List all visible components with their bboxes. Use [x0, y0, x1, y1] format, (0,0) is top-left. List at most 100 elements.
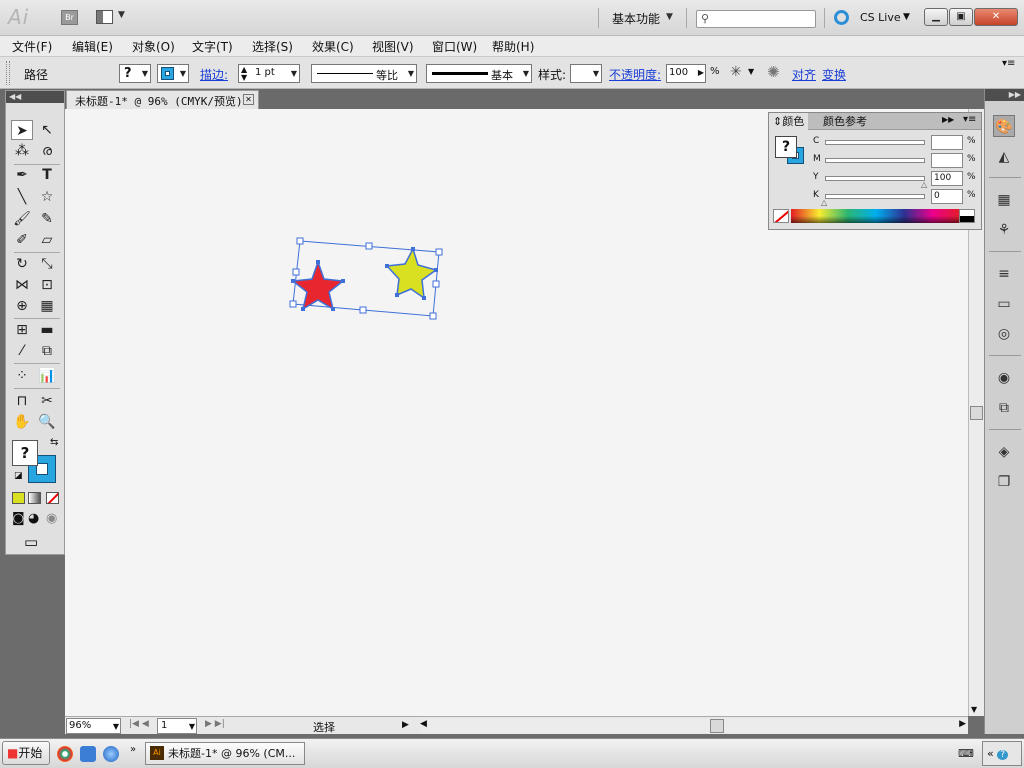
cs-live-button[interactable]: CS Live: [860, 11, 901, 24]
mesh-tool-icon[interactable]: ⊞: [11, 320, 33, 340]
yellow-value-field[interactable]: 100: [931, 171, 963, 186]
internet-explorer-icon[interactable]: [103, 746, 119, 762]
start-button[interactable]: ■开始: [2, 741, 50, 765]
screen-mode-icon[interactable]: ▭: [24, 533, 38, 551]
eyedropper-tool-icon[interactable]: ⁄: [11, 341, 33, 361]
hand-tool-icon[interactable]: ✋: [11, 412, 33, 432]
panel-menu-icon[interactable]: ▾≡: [963, 114, 976, 125]
help-icon[interactable]: ?: [997, 750, 1009, 760]
blob-brush-tool-icon[interactable]: ✐: [11, 230, 33, 250]
magenta-value-field[interactable]: [931, 153, 963, 168]
horizontal-scrollbar[interactable]: ◀ ▶: [420, 719, 968, 733]
free-transform-tool-icon[interactable]: ⊡: [36, 275, 58, 295]
stepper-icon[interactable]: ▲ ▼: [241, 66, 247, 82]
color-spectrum-bar[interactable]: [791, 209, 961, 223]
type-tool-icon[interactable]: T: [36, 165, 58, 185]
shape-builder-tool-icon[interactable]: ⊕: [11, 296, 33, 316]
draw-normal-icon[interactable]: ◙: [12, 511, 25, 526]
menu-edit[interactable]: 编辑(E): [72, 38, 113, 55]
slider-thumb-icon[interactable]: △: [821, 198, 827, 207]
opacity-panel-link[interactable]: 不透明度:: [609, 66, 661, 85]
close-tab-icon[interactable]: ✕: [243, 94, 254, 105]
chevron-down-icon[interactable]: ▼: [903, 12, 910, 22]
magic-wand-tool-icon[interactable]: ⁂: [11, 141, 33, 161]
transparency-panel-icon[interactable]: ◎: [993, 323, 1015, 345]
panel-grip[interactable]: [6, 61, 10, 85]
black-slider[interactable]: [825, 194, 925, 199]
horizontal-scroll-thumb[interactable]: [710, 719, 724, 733]
zoom-level-field[interactable]: 96% ▼: [66, 718, 121, 734]
status-menu-icon[interactable]: ▶: [402, 720, 409, 730]
scroll-down-icon[interactable]: ▼: [971, 705, 977, 714]
menu-view[interactable]: 视图(V): [372, 38, 414, 55]
collapse-panel-icon[interactable]: ▶▶: [942, 115, 954, 124]
explorer-icon[interactable]: [80, 746, 96, 762]
fill-indicator-box[interactable]: ?: [12, 440, 38, 466]
document-setup-icon[interactable]: ✺: [767, 63, 780, 82]
gradient-mode-icon[interactable]: [28, 492, 41, 504]
draw-inside-icon[interactable]: ◉: [46, 511, 57, 526]
close-button[interactable]: ✕: [974, 8, 1018, 26]
gradient-panel-icon[interactable]: ▭: [993, 293, 1015, 315]
keyboard-icon[interactable]: ⌨: [958, 747, 974, 760]
system-tray[interactable]: « ?: [982, 741, 1022, 766]
first-page-icon[interactable]: |◀ ◀: [129, 719, 149, 729]
line-segment-tool-icon[interactable]: ╲: [11, 187, 33, 207]
cyan-value-field[interactable]: [931, 135, 963, 150]
selection-tool-icon[interactable]: ➤: [11, 120, 33, 140]
menu-select[interactable]: 选择(S): [252, 38, 293, 55]
menu-window[interactable]: 窗口(W): [432, 38, 477, 55]
document-tab[interactable]: 未标题-1* @ 96% (CMYK/预览) ✕: [66, 90, 259, 109]
more-icon[interactable]: »: [130, 744, 136, 755]
stroke-panel-icon[interactable]: ≡: [993, 263, 1015, 285]
menu-type[interactable]: 文字(T): [192, 38, 233, 55]
default-fill-stroke-icon[interactable]: ◪: [14, 471, 23, 481]
chrome-icon[interactable]: [57, 746, 73, 762]
artboards-panel-icon[interactable]: ❐: [993, 471, 1015, 493]
black-value-field[interactable]: 0: [931, 189, 963, 204]
lasso-tool-icon[interactable]: ര: [36, 141, 58, 161]
black-white-swatch[interactable]: [959, 209, 975, 223]
bridge-button[interactable]: Br: [61, 10, 78, 25]
chevron-down-icon[interactable]: ▼: [666, 12, 673, 22]
graphic-style-swatch[interactable]: ▼: [570, 64, 602, 83]
symbol-sprayer-tool-icon[interactable]: ⁘: [11, 366, 33, 386]
scale-tool-icon[interactable]: ⤡: [36, 254, 58, 274]
opacity-field[interactable]: 100 ▶: [666, 64, 706, 83]
artboard-tool-icon[interactable]: ⊓: [11, 391, 33, 411]
last-page-icon[interactable]: ▶ ▶|: [205, 719, 225, 729]
tab-color[interactable]: ⇕颜色: [769, 113, 809, 130]
brush-definition[interactable]: 基本 ▼: [426, 64, 532, 83]
arrange-documents-button[interactable]: ▼: [96, 9, 130, 26]
taskbar-illustrator-button[interactable]: Ai 未标题-1* @ 96% (CM...: [145, 742, 305, 765]
layers-panel-icon[interactable]: ◈: [993, 441, 1015, 463]
swatches-panel-icon[interactable]: ▦: [993, 189, 1015, 211]
gradient-tool-icon[interactable]: ▬: [36, 320, 58, 340]
cs-live-icon[interactable]: [834, 10, 849, 25]
panel-menu-icon[interactable]: ▾≡: [1002, 58, 1015, 77]
appearance-panel-icon[interactable]: ◉: [993, 367, 1015, 389]
paintbrush-tool-icon[interactable]: 🖌: [11, 209, 33, 229]
transform-panel-link[interactable]: 变换: [822, 66, 846, 85]
chevron-down-icon[interactable]: ▼: [748, 67, 754, 86]
menu-help[interactable]: 帮助(H): [492, 38, 534, 55]
workspace-switcher[interactable]: 基本功能: [612, 10, 660, 27]
tools-panel-header[interactable]: ◀◀: [6, 91, 64, 103]
none-swatch[interactable]: [773, 209, 789, 223]
zoom-tool-icon[interactable]: 🔍: [36, 412, 58, 432]
variable-width-profile[interactable]: 等比 ▼: [311, 64, 417, 83]
chevron-down-icon[interactable]: ▼: [113, 720, 119, 734]
graphic-styles-panel-icon[interactable]: ⧉: [993, 397, 1015, 419]
color-panel-icon[interactable]: 🎨: [993, 115, 1015, 137]
eraser-tool-icon[interactable]: ▱: [36, 230, 58, 250]
yellow-slider[interactable]: [825, 176, 925, 181]
star-tool-icon[interactable]: ☆: [36, 187, 58, 207]
page-number-field[interactable]: 1 ▼: [157, 718, 197, 734]
status-tool-label[interactable]: 选择: [313, 719, 335, 735]
none-mode-icon[interactable]: [46, 492, 59, 504]
width-tool-icon[interactable]: ⋈: [11, 275, 33, 295]
menu-file[interactable]: 文件(F): [12, 38, 52, 55]
pen-tool-icon[interactable]: ✒: [11, 165, 33, 185]
chevron-down-icon[interactable]: ▼: [189, 720, 195, 734]
color-mode-icon[interactable]: [12, 492, 25, 504]
